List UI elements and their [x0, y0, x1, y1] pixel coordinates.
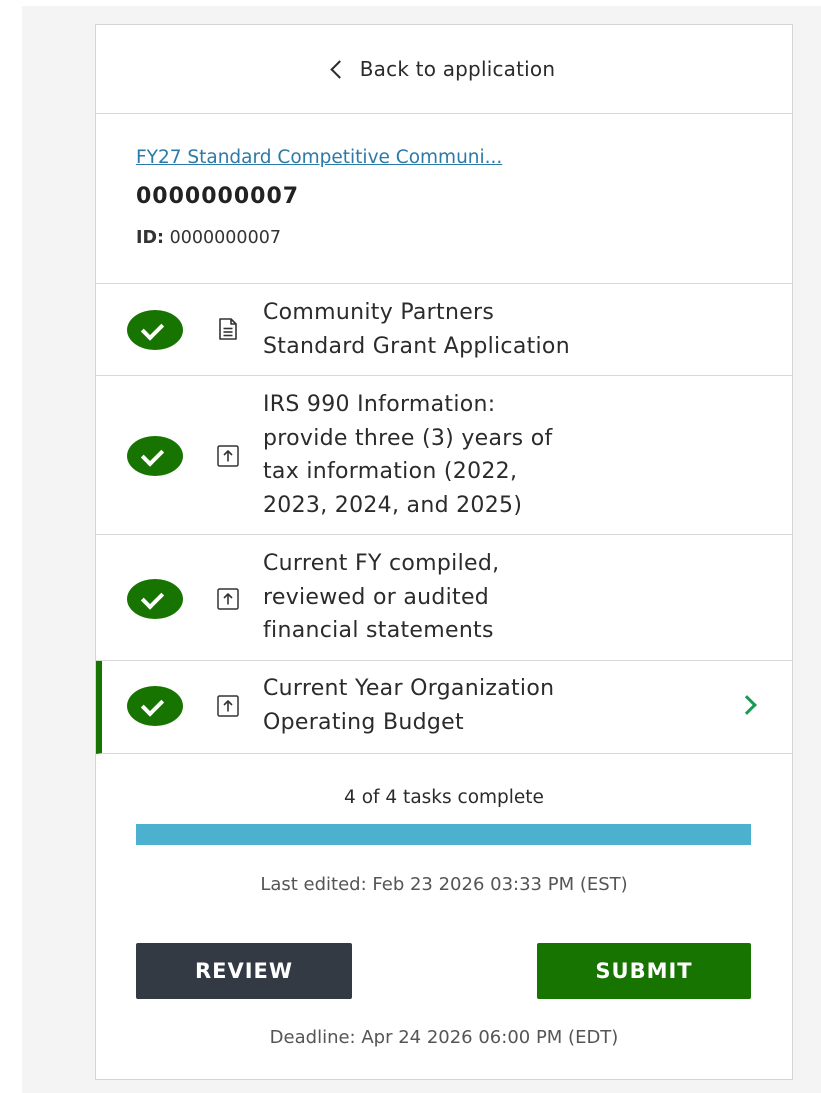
chevron-right-icon: [737, 695, 757, 715]
complete-check-icon: [127, 436, 183, 476]
application-sidebar-panel: Back to application FY27 Standard Compet…: [95, 24, 793, 1080]
chevron-left-icon: [330, 59, 349, 79]
task-item-irs-990-information[interactable]: IRS 990 Information: provide three (3) y…: [96, 376, 792, 535]
progress-bar: [136, 824, 751, 845]
application-id-label: ID:: [136, 227, 165, 248]
submit-button[interactable]: SUBMIT: [537, 943, 751, 999]
upload-icon: [217, 445, 239, 467]
complete-check-icon: [127, 686, 183, 726]
document-icon: [219, 318, 237, 340]
progress-bar-fill: [136, 824, 751, 845]
application-number: 0000000007: [136, 183, 300, 209]
back-to-application-link[interactable]: Back to application: [96, 25, 792, 114]
application-id: ID: 0000000007: [136, 227, 792, 248]
last-edited-text: Last edited: Feb 23 2026 03:33 PM (EST): [260, 874, 628, 895]
task-label: Current Year Organization Operating Budg…: [263, 676, 555, 735]
task-item-operating-budget[interactable]: Current Year Organization Operating Budg…: [96, 661, 792, 754]
tasks-complete-text: 4 of 4 tasks complete: [344, 787, 544, 808]
application-id-value: 0000000007: [169, 227, 281, 248]
task-item-standard-grant-application[interactable]: Community Partners Standard Grant Applic…: [96, 284, 792, 376]
application-header: FY27 Standard Competitive Communi... 000…: [96, 114, 792, 284]
upload-icon: [217, 695, 239, 717]
task-item-financial-statements[interactable]: Current FY compiled, reviewed or audited…: [96, 535, 792, 661]
upload-icon: [217, 588, 239, 610]
deadline-text: Deadline: Apr 24 2026 06:00 PM (EDT): [269, 1027, 619, 1048]
complete-check-icon: [127, 310, 183, 350]
program-name-link[interactable]: FY27 Standard Competitive Communi...: [136, 148, 792, 168]
back-link-label: Back to application: [359, 57, 556, 81]
task-label: Current FY compiled, reviewed or audited…: [263, 551, 500, 643]
task-label: IRS 990 Information: provide three (3) y…: [263, 392, 553, 518]
review-button[interactable]: REVIEW: [136, 943, 352, 999]
complete-check-icon: [127, 579, 183, 619]
task-label: Community Partners Standard Grant Applic…: [263, 300, 570, 359]
